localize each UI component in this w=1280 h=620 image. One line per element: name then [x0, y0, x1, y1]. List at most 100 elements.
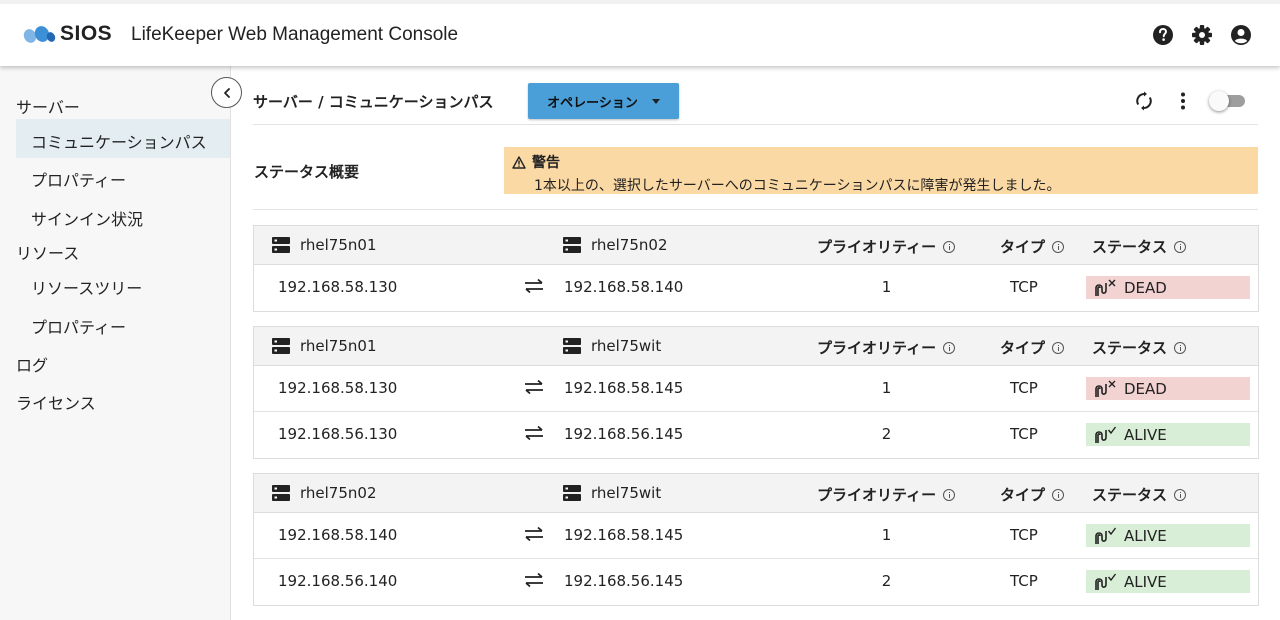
priority-value: 1	[881, 526, 892, 544]
path-group-header: rhel75n01 rhel75wit プライオリティー タイプ ステータス	[254, 327, 1258, 366]
status-summary-title: ステータス概要	[254, 163, 360, 181]
status-badge: DEAD	[1086, 276, 1250, 299]
local-ip: 192.168.56.140	[278, 572, 398, 590]
server-icon	[272, 338, 290, 354]
col-type: タイプ	[1000, 339, 1046, 357]
refresh-icon[interactable]	[1134, 91, 1154, 111]
account-icon[interactable]	[1230, 24, 1252, 46]
sidebar-item-signin-status[interactable]: サインイン状況	[31, 206, 143, 230]
sidebar-item-server-properties[interactable]: プロパティー	[31, 167, 126, 191]
path-group-header: rhel75n02 rhel75wit プライオリティー タイプ ステータス	[254, 474, 1258, 513]
info-icon[interactable]	[1174, 240, 1187, 253]
priority-value: 2	[881, 572, 892, 590]
priority-value: 1	[881, 379, 892, 397]
server-a-name: rhel75n02	[300, 484, 377, 502]
sidebar-item-log[interactable]: ログ	[16, 352, 48, 376]
info-icon[interactable]	[1052, 488, 1065, 501]
server-icon	[272, 237, 290, 253]
remote-ip: 192.168.56.145	[564, 425, 684, 443]
alive-path-icon	[1095, 527, 1116, 544]
status-badge: DEAD	[1086, 377, 1250, 400]
toggle-knob	[1209, 91, 1229, 111]
status-divider	[253, 209, 1258, 210]
sidebar-item-resource[interactable]: リソース	[16, 240, 79, 264]
path-group-header: rhel75n01 rhel75n02 プライオリティー タイプ ステータス	[254, 226, 1258, 265]
info-icon[interactable]	[1174, 488, 1187, 501]
settings-icon[interactable]	[1191, 24, 1213, 46]
col-status: ステータス	[1092, 486, 1168, 504]
warning-icon	[512, 155, 526, 169]
col-status: ステータス	[1092, 339, 1168, 357]
sidebar-item-communication-path[interactable]: コミュニケーションパス	[31, 129, 207, 153]
status-text: DEAD	[1124, 278, 1167, 297]
local-ip: 192.168.58.130	[278, 379, 398, 397]
operations-dropdown-button[interactable]: オペレーション	[528, 83, 679, 119]
info-icon[interactable]	[1052, 341, 1065, 354]
sios-logo[interactable]: SIOS	[22, 22, 112, 46]
status-text: ALIVE	[1124, 425, 1167, 444]
status-text: ALIVE	[1124, 526, 1167, 545]
priority-value: 2	[881, 425, 892, 443]
alive-path-icon	[1095, 573, 1116, 590]
server-icon	[272, 485, 290, 501]
warning-banner: 警告 1本以上の、選択したサーバーへのコミュニケーションパスに障害が発生しました…	[504, 147, 1258, 194]
info-icon[interactable]	[943, 240, 956, 253]
sidebar-item-server[interactable]: サーバー	[16, 94, 80, 118]
sidebar: サーバー コミュニケーションパス プロパティー サインイン状況 リソース リソー…	[0, 66, 231, 620]
toolbar-divider	[253, 124, 1258, 125]
col-type: タイプ	[1000, 486, 1046, 504]
app-title: LifeKeeper Web Management Console	[131, 24, 459, 45]
remote-ip: 192.168.58.140	[564, 278, 684, 296]
status-badge: ALIVE	[1086, 423, 1250, 446]
server-b-name: rhel75wit	[591, 484, 662, 502]
col-priority: プライオリティー	[817, 339, 937, 357]
type-value: TCP	[1010, 379, 1038, 397]
info-icon[interactable]	[1052, 240, 1065, 253]
path-group-card: rhel75n02 rhel75wit プライオリティー タイプ ステータス 1…	[253, 473, 1259, 606]
status-badge: ALIVE	[1086, 524, 1250, 547]
swap-arrows-icon	[525, 425, 543, 441]
col-type: タイプ	[1000, 238, 1046, 256]
caret-down-icon	[651, 98, 660, 104]
app-header: SIOS LifeKeeper Web Management Console	[0, 0, 1280, 66]
remote-ip: 192.168.58.145	[564, 379, 684, 397]
server-b-name: rhel75wit	[591, 337, 662, 355]
breadcrumb: サーバー / コミュニケーションパス	[253, 93, 494, 111]
operations-label: オペレーション	[547, 95, 638, 111]
path-group-card: rhel75n01 rhel75wit プライオリティー タイプ ステータス 1…	[253, 326, 1259, 459]
sios-logo-mark	[23, 26, 56, 43]
logo-text: SIOS	[60, 22, 113, 45]
sidebar-item-resource-tree[interactable]: リソースツリー	[31, 275, 142, 299]
swap-arrows-icon	[525, 379, 543, 395]
server-icon	[563, 338, 581, 354]
col-priority: プライオリティー	[817, 486, 937, 504]
path-group-card: rhel75n01 rhel75n02 プライオリティー タイプ ステータス 1…	[253, 225, 1259, 312]
info-icon[interactable]	[1174, 341, 1187, 354]
main-content: サーバー / コミュニケーションパス オペレーション ステータス概要 警告 1本…	[231, 66, 1280, 620]
path-row[interactable]: 192.168.56.130 192.168.56.145 2 TCP ALIV…	[254, 412, 1258, 458]
help-icon[interactable]	[1152, 24, 1174, 46]
server-icon	[563, 485, 581, 501]
collapse-sidebar-button[interactable]	[211, 77, 242, 108]
dead-path-icon	[1095, 380, 1116, 397]
warning-title: 警告	[532, 155, 560, 171]
type-value: TCP	[1010, 572, 1038, 590]
remote-ip: 192.168.56.145	[564, 572, 684, 590]
local-ip: 192.168.56.130	[278, 425, 398, 443]
server-b-name: rhel75n02	[591, 236, 668, 254]
type-value: TCP	[1010, 526, 1038, 544]
info-icon[interactable]	[943, 341, 956, 354]
sidebar-item-resource-properties[interactable]: プロパティー	[31, 314, 126, 338]
server-a-name: rhel75n01	[300, 236, 377, 254]
view-toggle-switch[interactable]	[1209, 91, 1245, 111]
more-vert-icon[interactable]	[1177, 91, 1189, 111]
server-a-name: rhel75n01	[300, 337, 377, 355]
swap-arrows-icon	[525, 526, 543, 542]
path-row[interactable]: 192.168.56.140 192.168.56.145 2 TCP ALIV…	[254, 559, 1258, 605]
local-ip: 192.168.58.140	[278, 526, 398, 544]
path-row[interactable]: 192.168.58.140 192.168.58.145 1 TCP ALIV…	[254, 513, 1258, 559]
path-row[interactable]: 192.168.58.130 192.168.58.140 1 TCP DEAD	[254, 265, 1258, 311]
info-icon[interactable]	[943, 488, 956, 501]
sidebar-item-license[interactable]: ライセンス	[16, 390, 96, 414]
path-row[interactable]: 192.168.58.130 192.168.58.145 1 TCP DEAD	[254, 366, 1258, 412]
